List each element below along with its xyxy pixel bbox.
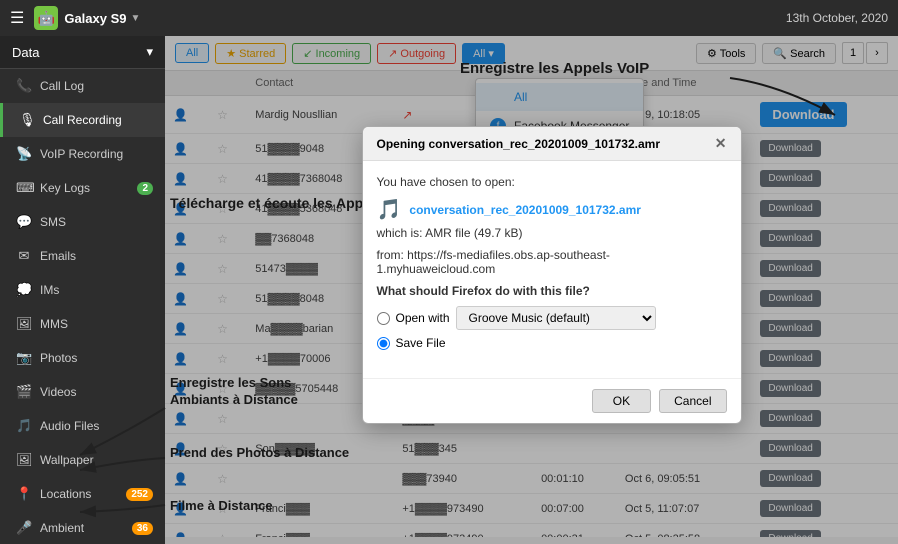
sidebar-item-label: VoIP Recording [40,147,123,161]
sidebar-section-label: Data [12,45,39,60]
open-with-label: Open with [396,311,450,325]
dialog-title-text: Opening conversation_rec_20201009_101732… [377,137,661,151]
sidebar-item-label: Ambient [40,521,84,535]
cancel-button[interactable]: Cancel [659,389,726,413]
sidebar-item-locations[interactable]: 📍 Locations 252 [0,477,165,511]
sidebar: Data ▾ 📞 Call Log 🎙 Call Recording 📡 VoI… [0,36,165,544]
photos-icon: 📷 [16,350,32,366]
sidebar-item-label: Wallpaper [40,453,94,467]
videos-icon: 🎬 [16,384,32,400]
top-bar: ☰ 🤖 Galaxy S9 ▼ 13th October, 2020 [0,0,898,36]
sidebar-item-key-logs[interactable]: ⌨ Key Logs 2 [0,171,165,205]
sidebar-item-emails[interactable]: ✉ Emails [0,239,165,273]
device-icon: 🤖 [34,6,58,30]
save-file-label: Save File [396,336,446,350]
key-logs-badge: 2 [137,182,153,195]
sidebar-item-label: MMS [40,317,68,331]
close-icon[interactable]: ✕ [715,135,727,152]
date-label: 13th October, 2020 [786,11,888,25]
action-label: What should Firefox do with this file? [377,284,727,298]
sidebar-item-call-recording[interactable]: 🎙 Call Recording [0,103,165,137]
sidebar-item-label: Locations [40,487,91,501]
sidebar-item-videos[interactable]: 🎬 Videos [0,375,165,409]
sidebar-item-photos[interactable]: 📷 Photos [0,341,165,375]
sidebar-item-label: IMs [40,283,59,297]
sidebar-header[interactable]: Data ▾ [0,36,165,69]
audio-files-icon: 🎵 [16,418,32,434]
save-file-row[interactable]: Save File [377,336,727,350]
sidebar-item-voip-recording[interactable]: 📡 VoIP Recording [0,137,165,171]
sidebar-item-label: Call Recording [43,113,122,127]
file-source: from: https://fs-mediafiles.obs.ap-south… [377,248,727,276]
sidebar-chevron-icon[interactable]: ▾ [146,44,153,60]
locations-badge: 252 [126,488,153,501]
voip-recording-icon: 📡 [16,146,32,162]
sidebar-item-call-log[interactable]: 📞 Call Log [0,69,165,103]
dialog-title-bar: Opening conversation_rec_20201009_101732… [363,127,741,161]
file-name: conversation_rec_20201009_101732.amr [409,203,641,217]
sidebar-item-ims[interactable]: 💭 IMs [0,273,165,307]
locations-icon: 📍 [16,486,32,502]
ambient-badge: 36 [132,522,153,535]
sidebar-item-label: Key Logs [40,181,90,195]
emails-icon: ✉ [16,248,32,264]
sidebar-item-label: Audio Files [40,419,99,433]
ims-icon: 💭 [16,282,32,298]
mms-icon: 🖼 [16,316,32,332]
chevron-down-icon[interactable]: ▼ [131,13,141,24]
app-select[interactable]: Groove Music (default) [456,306,656,330]
sidebar-item-label: Call Log [40,79,84,93]
sidebar-item-wallpaper[interactable]: 🖼 Wallpaper [0,443,165,477]
call-log-icon: 📞 [16,78,32,94]
sidebar-item-sms[interactable]: 💬 SMS [0,205,165,239]
sidebar-item-ambient[interactable]: 🎤 Ambient 36 [0,511,165,544]
key-logs-icon: ⌨ [16,180,32,196]
sidebar-item-label: SMS [40,215,66,229]
open-with-radio[interactable] [377,312,390,325]
call-recording-icon: 🎙 [19,112,35,128]
hamburger-icon[interactable]: ☰ [10,8,24,28]
device-name: Galaxy S9 [64,11,126,26]
sms-icon: 💬 [16,214,32,230]
main-content: All ★ Starred ↙ Incoming ↗ Outgoing All … [165,36,898,544]
dialog-footer: OK Cancel [363,378,741,423]
radio-group: Open with Groove Music (default) Save Fi… [377,306,727,350]
dialog-body: You have chosen to open: 🎵 conversation_… [363,161,741,378]
dialog-text1: You have chosen to open: [377,175,727,189]
sidebar-item-audio-files[interactable]: 🎵 Audio Files [0,409,165,443]
ambient-icon: 🎤 [16,520,32,536]
sidebar-item-label: Videos [40,385,76,399]
file-row: 🎵 conversation_rec_20201009_101732.amr [377,197,727,222]
sidebar-item-mms[interactable]: 🖼 MMS [0,307,165,341]
file-info: which is: AMR file (49.7 kB) [377,226,727,240]
sidebar-item-label: Photos [40,351,77,365]
sidebar-item-label: Emails [40,249,76,263]
dialog-overlay: Opening conversation_rec_20201009_101732… [165,36,898,544]
file-open-dialog: Opening conversation_rec_20201009_101732… [362,126,742,424]
open-with-row[interactable]: Open with Groove Music (default) [377,306,727,330]
save-file-radio[interactable] [377,337,390,350]
file-icon: 🎵 [377,197,402,222]
wallpaper-icon: 🖼 [16,452,32,468]
ok-button[interactable]: OK [592,389,651,413]
